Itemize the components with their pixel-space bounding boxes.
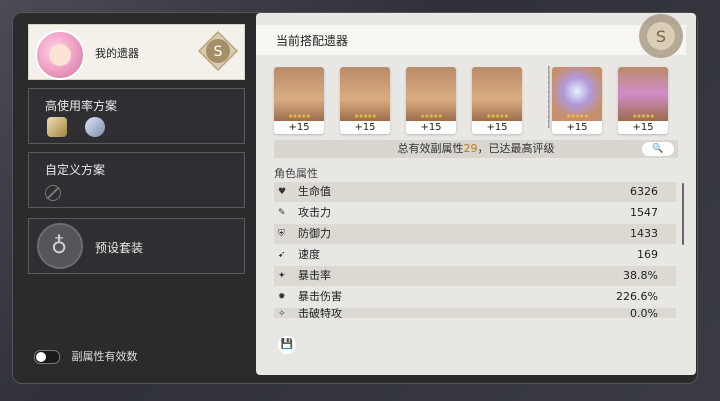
s-rating-badge: S xyxy=(198,31,238,71)
attribute-icon: ⛨ xyxy=(278,229,285,239)
attributes-scrollbar[interactable] xyxy=(682,183,684,245)
attribute-row: ♥ 生命值 6326 xyxy=(274,182,676,202)
relic-level: +15 xyxy=(274,121,324,134)
relic-slot-headgear[interactable]: ★★★★★ +15 xyxy=(274,67,324,134)
attribute-row: ⛨ 防御力 1433 xyxy=(274,224,676,244)
my-relics-card[interactable]: 我的遗器 S xyxy=(28,24,245,80)
attribute-value: 6326 xyxy=(630,185,658,198)
attribute-row: ✹ 暴击伤害 226.6% xyxy=(274,287,676,307)
my-relics-label: 我的遗器 xyxy=(95,47,139,60)
attribute-icon: ♥ xyxy=(278,187,287,197)
relic-slot-rope[interactable]: ★★★★★ +15 xyxy=(618,67,668,134)
custom-plan-card[interactable]: 自定义方案 xyxy=(28,152,245,208)
attribute-value: 0.0% xyxy=(630,308,658,318)
relic-slot-boots[interactable]: ★★★★★ +15 xyxy=(472,67,522,134)
panel-s-rating-badge: S xyxy=(639,14,683,58)
save-button[interactable]: 💾 xyxy=(278,336,296,354)
svg-text:S: S xyxy=(656,27,666,46)
attribute-value: 38.8% xyxy=(623,269,658,282)
attribute-icon: ✧ xyxy=(278,309,286,318)
attribute-name: 生命值 xyxy=(298,185,331,198)
attribute-icon: ➹ xyxy=(278,250,286,260)
svg-text:S: S xyxy=(214,44,223,60)
relic-divider xyxy=(548,66,550,128)
preset-set-label: 预设套装 xyxy=(95,241,144,255)
rarity-stars: ★★★★★ xyxy=(486,113,509,120)
attribute-row: ➹ 速度 169 xyxy=(274,245,676,265)
substat-count-toggle-row[interactable]: 副属性有效数 xyxy=(34,348,138,364)
attribute-value: 1433 xyxy=(630,227,658,240)
high-use-plan-card[interactable]: 高使用率方案 xyxy=(28,88,245,144)
relic-level: +15 xyxy=(552,121,602,134)
relic-slot-sphere[interactable]: ★★★★★ +15 xyxy=(552,67,602,134)
attribute-value: 1547 xyxy=(630,206,658,219)
attribute-name: 暴击率 xyxy=(298,269,331,282)
relic-set-icon xyxy=(47,117,67,137)
relic-slot-armor[interactable]: ★★★★★ +15 xyxy=(406,67,456,134)
relic-level: +15 xyxy=(618,121,668,134)
substat-summary: 总有效副属性29，已达最高评级 xyxy=(274,140,678,158)
preset-set-card[interactable]: ♁ 预设套装 xyxy=(28,218,245,274)
character-avatar xyxy=(35,30,85,80)
high-use-plan-label: 高使用率方案 xyxy=(45,99,118,113)
attribute-icon: ✦ xyxy=(278,271,286,281)
substat-count-label: 副属性有效数 xyxy=(71,350,138,363)
preset-set-icon: ♁ xyxy=(37,223,83,269)
attribute-icon: ✎ xyxy=(278,208,286,218)
rarity-stars: ★★★★★ xyxy=(420,113,443,120)
attribute-icon: ✹ xyxy=(278,292,286,302)
planar-set-icon xyxy=(85,117,105,137)
attribute-name: 速度 xyxy=(298,248,320,261)
substat-count-toggle[interactable] xyxy=(34,350,60,364)
attribute-name: 防御力 xyxy=(298,227,331,240)
relic-level: +15 xyxy=(406,121,456,134)
attribute-row: ✦ 暴击率 38.8% xyxy=(274,266,676,286)
panel-title: 当前搭配遗器 xyxy=(276,34,349,48)
panel-header: 当前搭配遗器 xyxy=(256,25,686,55)
rarity-stars: ★★★★★ xyxy=(566,113,589,120)
attribute-row: ✎ 攻击力 1547 xyxy=(274,203,676,223)
custom-plan-label: 自定义方案 xyxy=(45,163,106,177)
attribute-value: 226.6% xyxy=(616,290,658,303)
search-icon[interactable]: 🔍 xyxy=(642,142,674,156)
attribute-name: 攻击力 xyxy=(298,206,331,219)
attribute-name: 击破特攻 xyxy=(298,308,342,318)
relic-slot-gloves[interactable]: ★★★★★ +15 xyxy=(340,67,390,134)
attribute-row: ✧ 击破特攻 0.0% xyxy=(274,308,676,318)
attribute-name: 暴击伤害 xyxy=(298,290,342,303)
attribute-value: 169 xyxy=(637,248,658,261)
substat-count: 29 xyxy=(463,142,478,155)
rarity-stars: ★★★★★ xyxy=(288,113,311,120)
relic-level: +15 xyxy=(472,121,522,134)
attributes-title: 角色属性 xyxy=(274,167,318,180)
rarity-stars: ★★★★★ xyxy=(632,113,655,120)
relic-level: +15 xyxy=(340,121,390,134)
rarity-stars: ★★★★★ xyxy=(354,113,377,120)
empty-slot-icon xyxy=(45,185,61,201)
